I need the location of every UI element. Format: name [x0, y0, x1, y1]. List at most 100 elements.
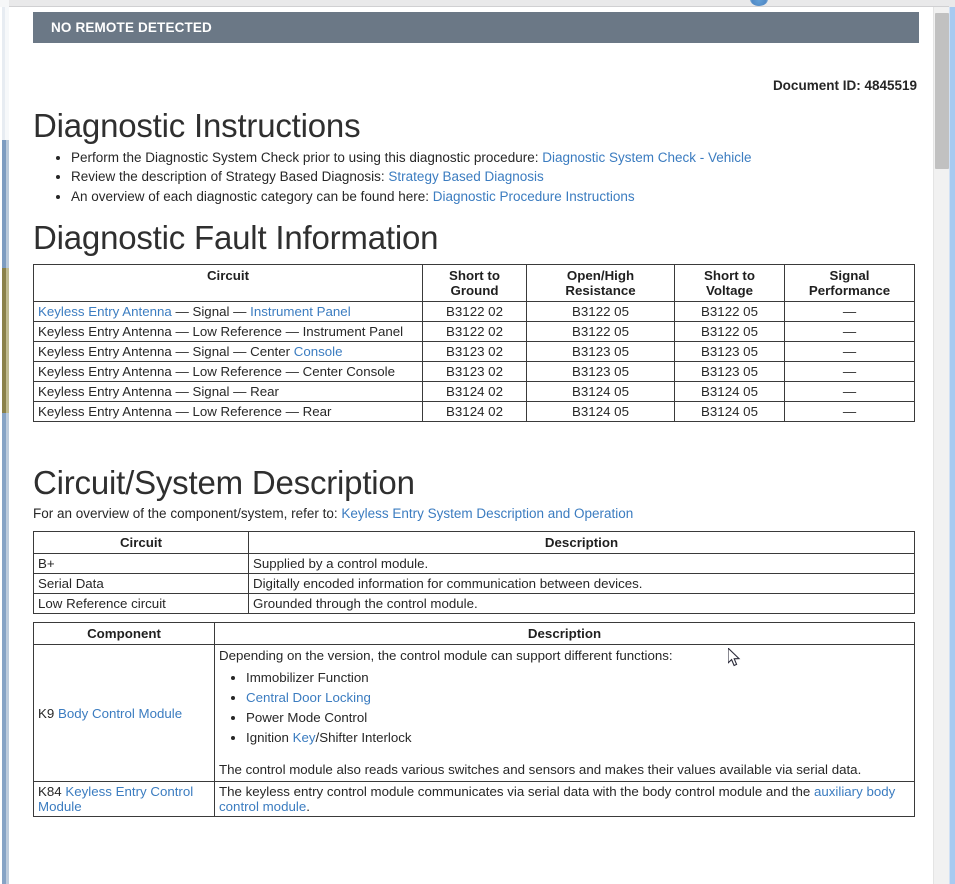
component-link-0[interactable]: Body Control Module [58, 706, 182, 721]
circuit-text: Keyless Entry Antenna — Signal — Rear [38, 384, 279, 399]
table-row: K84 Keyless Entry Control Module The keyl… [34, 782, 915, 817]
instruction-text: An overview of each diagnostic category … [71, 189, 433, 204]
status-banner-label: NO REMOTE DETECTED [51, 20, 212, 35]
circuit-link-1[interactable]: Console [294, 344, 343, 359]
function-link-3[interactable]: Key [293, 730, 316, 745]
vertical-scrollbar[interactable] [933, 7, 949, 884]
function-text: /Shifter Interlock [316, 730, 412, 745]
browser-viewport: NO REMOTE DETECTED Document ID: 4845519 … [0, 0, 955, 884]
component-function-item: Power Mode Control [246, 708, 910, 728]
cell-open-high-resistance: B3123 05 [527, 361, 675, 381]
cell-description: Grounded through the control module. [249, 594, 915, 614]
cell-open-high-resistance: B3122 05 [527, 321, 675, 341]
table-row: Keyless Entry Antenna — Low Reference — … [34, 401, 915, 421]
link-keyless-entry-system-description[interactable]: Keyless Entry System Description and Ope… [341, 506, 633, 521]
instruction-link-2[interactable]: Diagnostic Procedure Instructions [433, 189, 635, 204]
cell-circuit: Serial Data [34, 574, 249, 594]
function-link-1[interactable]: Central Door Locking [246, 690, 371, 705]
component-table-body: K9 Body Control Module Depending on the v… [34, 645, 915, 817]
cell-component: K84 Keyless Entry Control Module [34, 782, 215, 817]
cell-description: Depending on the version, the control mo… [215, 645, 915, 782]
cell-short-to-ground: B3124 02 [423, 401, 527, 421]
column-header: Description [249, 532, 915, 554]
cell-short-to-ground: B3123 02 [423, 361, 527, 381]
circuit-description-table: CircuitDescription B+Supplied by a contr… [33, 531, 915, 614]
heading-diagnostic-fault-information: Diagnostic Fault Information [33, 221, 905, 256]
circuit-description-lead: For an overview of the component/system,… [33, 506, 905, 521]
table-row: Low Reference circuitGrounded through th… [34, 594, 915, 614]
instruction-text: Review the description of Strategy Based… [71, 169, 388, 184]
cell-circuit: Keyless Entry Antenna — Low Reference — … [34, 361, 423, 381]
circuit-table-body: B+Supplied by a control module.Serial Da… [34, 554, 915, 614]
component-function-list: Immobilizer FunctionCentral Door Locking… [219, 668, 910, 748]
column-header: Circuit [34, 532, 249, 554]
table-header-row: ComponentDescription [34, 623, 915, 645]
cell-circuit: Keyless Entry Antenna — Signal — Center … [34, 341, 423, 361]
circuit-text: Keyless Entry Antenna — Low Reference — … [38, 324, 403, 339]
component-function-item: Ignition Key/Shifter Interlock [246, 728, 910, 748]
cell-signal-performance: — [785, 381, 915, 401]
cell-short-to-voltage: B3123 05 [675, 341, 785, 361]
window-right-frame [949, 0, 955, 884]
window-top-chrome-corner [0, 0, 9, 7]
table-row: Keyless Entry Antenna — Signal — Instrum… [34, 301, 915, 321]
frame-segment-blue-upper [0, 140, 9, 268]
diagnostic-instruction-item: An overview of each diagnostic category … [71, 187, 905, 207]
diagnostic-instruction-item: Perform the Diagnostic System Check prio… [71, 148, 905, 168]
description-tail: The control module also reads various sw… [219, 762, 910, 777]
circuit-text: Keyless Entry Antenna — Low Reference — … [38, 364, 395, 379]
cell-component: K9 Body Control Module [34, 645, 215, 782]
table-header-row: CircuitShort to GroundOpen/High Resistan… [34, 264, 915, 301]
circuit-text: — Signal — [172, 304, 250, 319]
function-text: Power Mode Control [246, 710, 367, 725]
instruction-text: Perform the Diagnostic System Check prio… [71, 150, 542, 165]
cell-signal-performance: — [785, 341, 915, 361]
cell-description: Digitally encoded information for commun… [249, 574, 915, 594]
description-intro: Depending on the version, the control mo… [219, 648, 910, 663]
cell-circuit: Keyless Entry Antenna — Signal — Instrum… [34, 301, 423, 321]
cell-short-to-ground: B3122 02 [423, 321, 527, 341]
cell-open-high-resistance: B3122 05 [527, 301, 675, 321]
scrollbar-thumb[interactable] [935, 13, 949, 169]
fault-table-body: Keyless Entry Antenna — Signal — Instrum… [34, 301, 915, 421]
column-header: Signal Performance [785, 264, 915, 301]
cell-open-high-resistance: B3123 05 [527, 341, 675, 361]
fault-information-table: CircuitShort to GroundOpen/High Resistan… [33, 264, 915, 422]
circuit-link-2[interactable]: Instrument Panel [250, 304, 351, 319]
column-header: Circuit [34, 264, 423, 301]
cell-description: The keyless entry control module communi… [215, 782, 915, 817]
column-header: Description [215, 623, 915, 645]
instruction-link-1[interactable]: Strategy Based Diagnosis [388, 169, 543, 184]
window-top-chrome [0, 0, 955, 7]
table-header-row: CircuitDescription [34, 532, 915, 554]
table-row: Keyless Entry Antenna — Low Reference — … [34, 321, 915, 341]
cell-signal-performance: — [785, 301, 915, 321]
description-text: The keyless entry control module communi… [219, 784, 910, 814]
component-prefix: K9 [38, 706, 58, 721]
table-row: Keyless Entry Antenna — Low Reference — … [34, 361, 915, 381]
description-text-part: . [306, 799, 310, 814]
circuit-text: Keyless Entry Antenna — Low Reference — … [38, 404, 331, 419]
cell-short-to-voltage: B3124 05 [675, 381, 785, 401]
cell-signal-performance: — [785, 321, 915, 341]
lead-text: For an overview of the component/system,… [33, 506, 341, 521]
circuit-link-0[interactable]: Keyless Entry Antenna [38, 304, 172, 319]
document-content: Document ID: 4845519 Diagnostic Instruct… [9, 78, 905, 817]
window-left-frame [0, 0, 9, 884]
cell-short-to-voltage: B3123 05 [675, 361, 785, 381]
table-row: Keyless Entry Antenna — Signal — Rear B31… [34, 381, 915, 401]
circuit-text: Keyless Entry Antenna — Signal — Center [38, 344, 294, 359]
table-row: Serial DataDigitally encoded information… [34, 574, 915, 594]
cell-circuit: Keyless Entry Antenna — Low Reference — … [34, 401, 423, 421]
cell-short-to-voltage: B3122 05 [675, 321, 785, 341]
frame-segment-olive [0, 268, 9, 413]
heading-circuit-system-description: Circuit/System Description [33, 466, 905, 501]
heading-diagnostic-instructions: Diagnostic Instructions [33, 109, 905, 144]
frame-segment-blue-lower [0, 413, 9, 884]
cell-short-to-ground: B3124 02 [423, 381, 527, 401]
instruction-link-0[interactable]: Diagnostic System Check - Vehicle [542, 150, 751, 165]
description-text-part: The keyless entry control module communi… [219, 784, 814, 799]
document-body: NO REMOTE DETECTED Document ID: 4845519 … [9, 7, 929, 884]
table-row: K9 Body Control Module Depending on the v… [34, 645, 915, 782]
cell-circuit: Keyless Entry Antenna — Signal — Rear [34, 381, 423, 401]
